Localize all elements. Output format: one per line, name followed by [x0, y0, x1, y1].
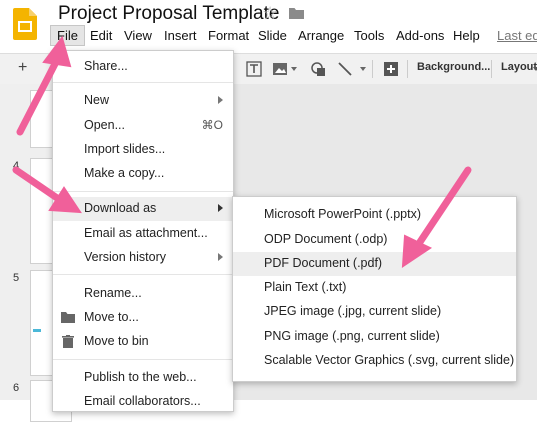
menu-item-import-slides[interactable]: Import slides... [53, 138, 233, 162]
menu-item-label: Version history [84, 250, 166, 264]
menu-item-label: Scalable Vector Graphics (.svg, current … [264, 353, 515, 367]
download-odp[interactable]: ODP Document (.odp) [233, 228, 516, 252]
download-txt[interactable]: Plain Text (.txt) [233, 276, 516, 300]
menu-file[interactable]: File [50, 25, 85, 46]
menu-item-email-attachment[interactable]: Email as attachment... [53, 222, 233, 246]
submenu-arrow-icon [218, 204, 223, 212]
text-box-icon[interactable] [246, 61, 262, 77]
add-comment-icon[interactable] [383, 61, 399, 77]
submenu-arrow-icon [218, 96, 223, 104]
star-icon[interactable]: ☆ [262, 3, 278, 24]
menu-divider [53, 274, 233, 275]
line-icon[interactable] [337, 61, 353, 77]
menu-item-label: Email collaborators... [84, 394, 201, 408]
menu-item-rename[interactable]: Rename... [53, 282, 233, 306]
image-icon[interactable] [272, 61, 288, 77]
shortcut-label: ⌘O [201, 118, 223, 132]
submenu-arrow-icon [218, 253, 223, 261]
toolbar-separator [372, 60, 373, 78]
menu-insert[interactable]: Insert [164, 28, 197, 43]
menu-item-label: Plain Text (.txt) [264, 280, 347, 294]
menu-item-label: Publish to the web... [84, 370, 197, 384]
new-slide-button[interactable]: + [18, 59, 27, 77]
toolbar-separator [491, 60, 492, 78]
download-as-submenu: Microsoft PowerPoint (.pptx) ODP Documen… [232, 196, 517, 382]
menu-item-move-to-bin[interactable]: Move to bin [53, 330, 233, 354]
slides-logo-icon[interactable] [13, 8, 37, 40]
menu-item-label: New [84, 93, 110, 107]
download-png[interactable]: PNG image (.png, current slide) [233, 325, 516, 349]
menu-tools[interactable]: Tools [354, 28, 384, 43]
folder-icon[interactable] [289, 7, 304, 20]
slide-number: 5 [13, 272, 20, 284]
menu-item-publish-web[interactable]: Publish to the web... [53, 366, 233, 390]
menu-item-label: PDF Document (.pdf) [264, 256, 383, 270]
menu-item-make-copy[interactable]: Make a copy... [53, 162, 233, 186]
line-dropdown-icon[interactable] [360, 67, 366, 71]
menu-addons[interactable]: Add-ons [396, 28, 444, 43]
menu-divider [53, 191, 233, 192]
menu-item-label: Move to bin [84, 334, 149, 348]
menu-divider [53, 359, 233, 360]
background-button[interactable]: Background... [417, 61, 490, 73]
menu-item-label: Move to... [84, 310, 139, 324]
menu-help[interactable]: Help [453, 28, 480, 43]
slide-number: 4 [13, 160, 20, 172]
menu-item-version-history[interactable]: Version history [53, 246, 233, 270]
download-svg[interactable]: Scalable Vector Graphics (.svg, current … [233, 349, 516, 373]
shape-icon[interactable] [310, 61, 326, 77]
document-title[interactable]: Project Proposal Template [58, 3, 279, 25]
last-edit-link[interactable]: Last edi [497, 28, 537, 43]
menu-item-label: PNG image (.png, current slide) [264, 329, 440, 343]
toolbar-separator [407, 60, 408, 78]
slide-filmstrip: 4 5 6 [0, 84, 72, 422]
menu-format[interactable]: Format [208, 28, 249, 43]
thumbnail-accent [33, 329, 41, 332]
trash-icon [62, 335, 74, 348]
menu-item-download-as[interactable]: Download as [53, 197, 233, 221]
slide-number: 6 [13, 382, 20, 394]
menu-slide[interactable]: Slide [258, 28, 287, 43]
layout-button[interactable]: Layout [501, 61, 537, 73]
menu-item-move-to[interactable]: Move to... [53, 306, 233, 330]
menu-arrange[interactable]: Arrange [298, 28, 344, 43]
menu-item-label: Open... [84, 118, 125, 132]
menu-item-label: Share... [84, 59, 128, 73]
app-header: Project Proposal Template ☆ File Edit Vi… [0, 0, 537, 52]
download-pptx[interactable]: Microsoft PowerPoint (.pptx) [233, 203, 516, 227]
menu-item-label: Download as [84, 201, 157, 215]
image-dropdown-icon[interactable] [291, 67, 297, 71]
menu-item-label: Rename... [84, 286, 142, 300]
menu-item-open[interactable]: Open... ⌘O [53, 114, 233, 138]
menu-item-email-collaborators[interactable]: Email collaborators... [53, 390, 233, 414]
menu-edit[interactable]: Edit [90, 28, 112, 43]
menu-item-label: JPEG image (.jpg, current slide) [264, 304, 442, 318]
folder-icon [61, 312, 75, 323]
layout-dropdown-icon[interactable] [533, 67, 537, 71]
menu-item-share[interactable]: Share... [53, 55, 233, 79]
download-pdf[interactable]: PDF Document (.pdf) [233, 252, 516, 276]
download-jpg[interactable]: JPEG image (.jpg, current slide) [233, 300, 516, 324]
menu-item-label: Email as attachment... [84, 226, 208, 240]
menu-item-label: Import slides... [84, 142, 166, 156]
menu-view[interactable]: View [124, 28, 152, 43]
menu-item-new[interactable]: New [53, 89, 233, 113]
file-menu: Share... New Open... ⌘O Import slides... … [52, 50, 234, 412]
menu-item-label: ODP Document (.odp) [264, 232, 388, 246]
menu-item-label: Microsoft PowerPoint (.pptx) [264, 207, 421, 221]
menu-divider [53, 82, 233, 83]
menu-item-label: Make a copy... [84, 166, 165, 180]
